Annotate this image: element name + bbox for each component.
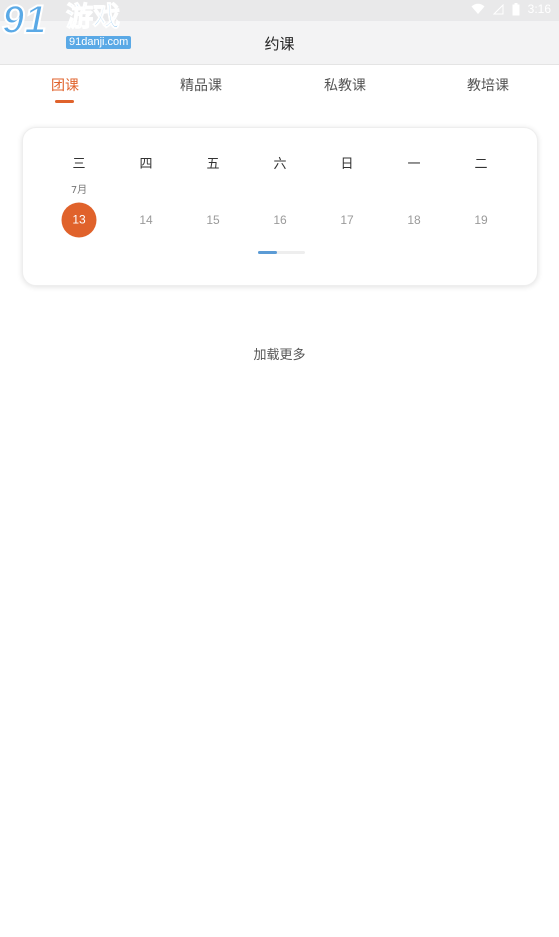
tab-training-class[interactable]: 教培课 bbox=[467, 75, 509, 95]
calendar-day[interactable]: 15 bbox=[206, 213, 219, 227]
watermark-domain: 91danji.com bbox=[66, 36, 132, 49]
calendar-day[interactable]: 18 bbox=[407, 213, 420, 227]
weekday-label: 五 bbox=[206, 157, 220, 172]
calendar-day[interactable]: 17 bbox=[340, 213, 353, 227]
weekday-label: 四 bbox=[139, 157, 153, 172]
weekday-label: 三 bbox=[72, 157, 86, 172]
tab-private-class[interactable]: 私教课 bbox=[324, 75, 366, 95]
active-tab-indicator bbox=[55, 100, 74, 103]
weekday-label: 二 bbox=[474, 157, 488, 172]
week-pager-thumb[interactable] bbox=[258, 251, 277, 254]
watermark-name: 游戏 bbox=[66, 2, 121, 33]
wifi-icon bbox=[471, 3, 485, 14]
month-label: 7月 bbox=[70, 185, 88, 196]
watermark-number: 91 bbox=[1, 0, 47, 42]
tab-premium-class[interactable]: 精品课 bbox=[180, 75, 222, 95]
course-tabs: 团课 精品课 私教课 教培课 bbox=[0, 65, 559, 110]
status-icons: 3:16 bbox=[471, 2, 551, 16]
calendar-day[interactable]: 14 bbox=[139, 213, 152, 227]
app-screen: 3:16 约课 91 游戏 91danji.com 团课 精品课 私教课 教培课… bbox=[0, 0, 559, 937]
weekday-label: 日 bbox=[340, 157, 354, 172]
calendar-day[interactable]: 19 bbox=[474, 213, 487, 227]
watermark-logo: 91 游戏 91danji.com bbox=[0, 0, 140, 55]
calendar-card: 三 四 五 六 日 一 二 7月 13 14 15 16 17 18 19 bbox=[22, 127, 538, 286]
calendar-day[interactable]: 16 bbox=[273, 213, 286, 227]
status-time: 3:16 bbox=[527, 2, 551, 16]
weekday-label: 一 bbox=[407, 157, 421, 172]
signal-icon bbox=[492, 3, 504, 14]
tab-group-class[interactable]: 团课 bbox=[51, 75, 79, 95]
week-pager-track[interactable] bbox=[258, 251, 305, 254]
load-more-button[interactable]: 加载更多 bbox=[0, 344, 559, 363]
weekday-label: 六 bbox=[273, 157, 287, 172]
selected-day[interactable]: 13 bbox=[61, 202, 97, 238]
battery-icon bbox=[512, 2, 520, 15]
